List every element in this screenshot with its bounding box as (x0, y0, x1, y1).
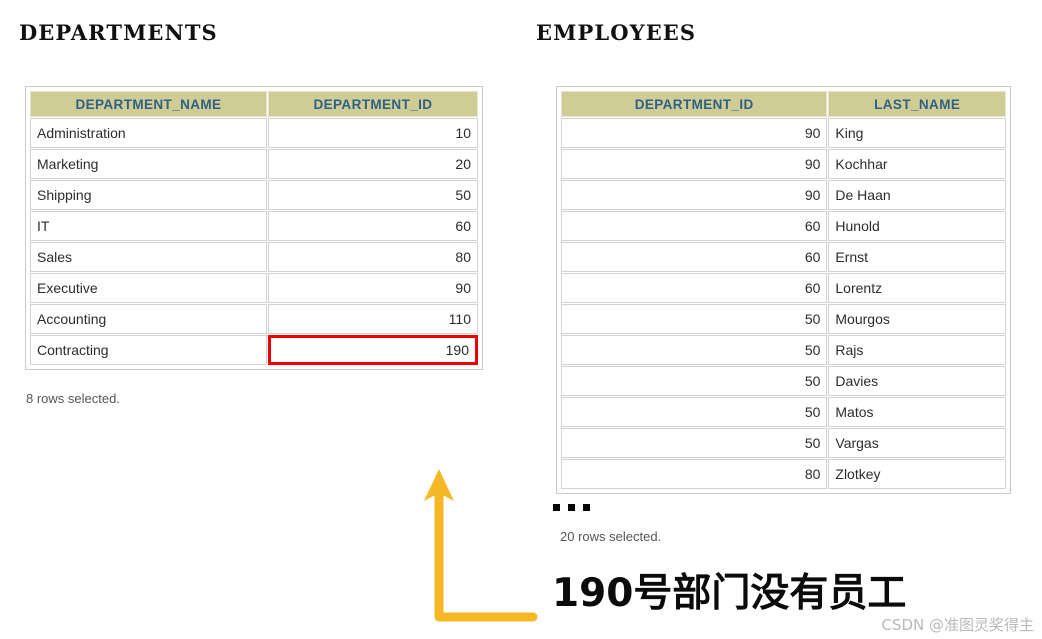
cell-department-id: 50 (561, 397, 828, 427)
cell-department-id: 90 (561, 118, 828, 148)
cell-department-id: 50 (561, 335, 828, 365)
cell-department-id: 10 (267, 118, 478, 148)
cell-department-name: Administration (30, 118, 267, 148)
column-header-department-name[interactable]: DEPARTMENT_NAME (30, 91, 267, 117)
cell-department-name: Sales (30, 242, 267, 272)
cell-last-name: Matos (828, 397, 1006, 427)
column-header-department-id[interactable]: DEPARTMENT_ID (561, 91, 828, 117)
cell-department-id: 60 (561, 211, 828, 241)
truncation-ellipsis-marker (553, 504, 590, 511)
employees-title: EMPLOYEES (536, 20, 697, 45)
ellipsis-dot (568, 504, 575, 511)
cell-last-name: Davies (828, 366, 1006, 396)
cell-last-name: Vargas (828, 428, 1006, 458)
table-row[interactable]: Accounting 110 (30, 304, 478, 334)
table-row[interactable]: 60 Hunold (561, 211, 1006, 241)
table-header-row: DEPARTMENT_NAME DEPARTMENT_ID (30, 91, 478, 117)
table-row[interactable]: Marketing 20 (30, 149, 478, 179)
table-row[interactable]: Executive 90 (30, 273, 478, 303)
cell-department-id: 90 (561, 180, 828, 210)
table-row[interactable]: 60 Ernst (561, 242, 1006, 272)
cell-department-id: 50 (267, 180, 478, 210)
employees-table: DEPARTMENT_ID LAST_NAME 90 King 90 Kochhar 9… (556, 86, 1011, 494)
cell-department-name: Executive (30, 273, 267, 303)
table-row[interactable]: 50 Rajs (561, 335, 1006, 365)
cell-last-name: Kochhar (828, 149, 1006, 179)
departments-body: Administration 10 Marketing 20 Shipping 50 IT 6… (30, 118, 478, 365)
departments-grid: DEPARTMENT_NAME DEPARTMENT_ID Administra… (29, 90, 479, 366)
departments-table: DEPARTMENT_NAME DEPARTMENT_ID Administra… (25, 86, 483, 370)
table-row[interactable]: 90 De Haan (561, 180, 1006, 210)
cell-department-name: Shipping (30, 180, 267, 210)
table-row[interactable]: 50 Vargas (561, 428, 1006, 458)
cell-department-id: 50 (561, 428, 828, 458)
table-row[interactable]: 50 Matos (561, 397, 1006, 427)
employees-grid: DEPARTMENT_ID LAST_NAME 90 King 90 Kochhar 9… (560, 90, 1007, 490)
cell-department-name: Contracting (30, 335, 267, 365)
cell-department-id: 110 (267, 304, 478, 334)
ellipsis-dot (583, 504, 590, 511)
watermark-text: CSDN @准图灵奖得主 (881, 616, 1034, 634)
employees-body: 90 King 90 Kochhar 90 De Haan 60 Hunold 60 Ernst 6… (561, 118, 1006, 489)
cell-department-id: 80 (561, 459, 828, 489)
cell-department-id: 90 (267, 273, 478, 303)
table-row[interactable]: Contracting 190 (30, 335, 478, 365)
table-row[interactable]: 50 Mourgos (561, 304, 1006, 334)
table-header-row: DEPARTMENT_ID LAST_NAME (561, 91, 1006, 117)
cell-last-name: Lorentz (828, 273, 1006, 303)
column-header-department-id[interactable]: DEPARTMENT_ID (267, 91, 478, 117)
cell-department-name: IT (30, 211, 267, 241)
table-row[interactable]: IT 60 (30, 211, 478, 241)
table-row[interactable]: 80 Zlotkey (561, 459, 1006, 489)
departments-title: DEPARTMENTS (19, 20, 218, 45)
cell-department-name: Marketing (30, 149, 267, 179)
cell-last-name: De Haan (828, 180, 1006, 210)
cell-department-name: Accounting (30, 304, 267, 334)
cell-last-name: Ernst (828, 242, 1006, 272)
table-row[interactable]: Sales 80 (30, 242, 478, 272)
table-row[interactable]: Administration 10 (30, 118, 478, 148)
cell-department-id: 60 (267, 211, 478, 241)
employees-rows-selected-note: 20 rows selected. (560, 529, 662, 544)
table-row[interactable]: 60 Lorentz (561, 273, 1006, 303)
cell-department-id: 50 (561, 304, 828, 334)
cell-department-id: 20 (267, 149, 478, 179)
cell-last-name: King (828, 118, 1006, 148)
cell-last-name: Rajs (828, 335, 1006, 365)
table-row[interactable]: 50 Davies (561, 366, 1006, 396)
annotation-caption: 190号部门没有员工 (552, 571, 907, 616)
table-row[interactable]: 90 King (561, 118, 1006, 148)
table-row[interactable]: 90 Kochhar (561, 149, 1006, 179)
cell-department-id-highlighted: 190 (267, 335, 478, 365)
cell-last-name: Hunold (828, 211, 1006, 241)
cell-last-name: Zlotkey (828, 459, 1006, 489)
ellipsis-dot (553, 504, 560, 511)
cell-last-name: Mourgos (828, 304, 1006, 334)
column-header-last-name[interactable]: LAST_NAME (828, 91, 1006, 117)
slide-canvas: DEPARTMENTS DEPARTMENT_NAME DEPARTMENT_I… (0, 0, 1042, 639)
departments-rows-selected-note: 8 rows selected. (26, 391, 120, 406)
cell-department-id: 50 (561, 366, 828, 396)
cell-department-id: 60 (561, 273, 828, 303)
cell-department-id: 90 (561, 149, 828, 179)
table-row[interactable]: Shipping 50 (30, 180, 478, 210)
cell-department-id: 60 (561, 242, 828, 272)
cell-department-id: 80 (267, 242, 478, 272)
